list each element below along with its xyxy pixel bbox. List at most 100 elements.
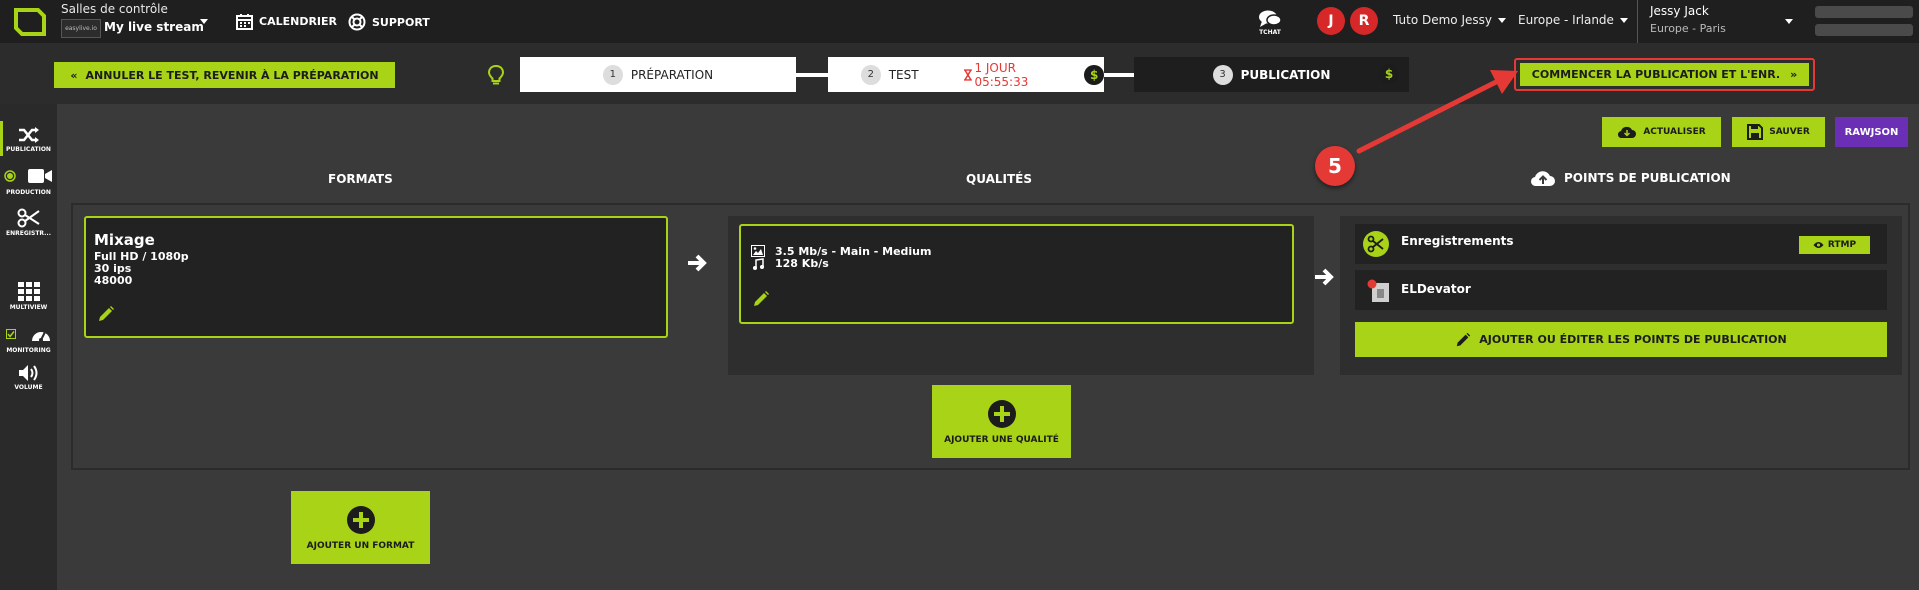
shuffle-icon bbox=[18, 127, 39, 143]
step-label: PUBLICATION bbox=[1240, 67, 1331, 82]
region-label: Europe - Irlande bbox=[1518, 13, 1614, 27]
image-icon bbox=[751, 245, 765, 257]
sidebar-item-label: MULTIVIEW bbox=[9, 304, 48, 311]
cloud-download-icon bbox=[1618, 126, 1637, 139]
chevron-down-icon bbox=[1619, 17, 1628, 23]
edit-format-pencil-icon[interactable] bbox=[97, 305, 115, 323]
eye-icon bbox=[1813, 242, 1824, 248]
sidebar-item-production[interactable]: PRODUCTION bbox=[0, 167, 57, 196]
sidebar-item-label: VOLUME bbox=[14, 384, 43, 391]
stream-name[interactable]: My live stream bbox=[104, 20, 204, 34]
control-rooms-label: Salles de contrôle bbox=[61, 2, 168, 16]
step-test[interactable]: 2 TEST 1 JOUR 05:55:33 $ bbox=[828, 57, 1104, 92]
sidebar-item-volume[interactable]: VOLUME bbox=[0, 364, 57, 391]
rtmp-label: RTMP bbox=[1827, 240, 1857, 250]
formats-header: FORMATS bbox=[328, 172, 393, 186]
annotation-arrow-icon bbox=[1356, 70, 1518, 154]
add-format-label: AJOUTER UN FORMAT bbox=[306, 540, 415, 551]
destination-name: ELDevator bbox=[1401, 282, 1471, 296]
format-title: Mixage bbox=[94, 231, 155, 249]
calendar-icon bbox=[236, 14, 253, 30]
plus-circle-icon bbox=[346, 505, 375, 534]
save-button[interactable]: SAUVER bbox=[1732, 117, 1825, 147]
video-camera-icon bbox=[28, 169, 52, 183]
support-link[interactable]: SUPPORT bbox=[348, 13, 430, 31]
stream-thumbnail: easylive.io bbox=[61, 19, 101, 38]
format-samplerate: 48000 bbox=[94, 274, 133, 287]
step-preparation[interactable]: 1 PRÉPARATION bbox=[520, 57, 796, 92]
refresh-label: ACTUALISER bbox=[1643, 127, 1706, 137]
arrow-right-icon bbox=[1313, 266, 1335, 288]
sidebar-item-label: MONITORING bbox=[6, 347, 51, 354]
music-note-icon bbox=[752, 258, 764, 270]
tchat-button[interactable]: TCHAT bbox=[1255, 9, 1285, 36]
check-icon bbox=[5, 329, 16, 339]
step-number: 3 bbox=[1212, 64, 1233, 85]
step-number: 2 bbox=[861, 64, 881, 85]
sidebar-item-monitoring[interactable]: MONITORING bbox=[0, 325, 57, 354]
tchat-label: TCHAT bbox=[1259, 29, 1281, 36]
live-dot-icon bbox=[4, 170, 16, 182]
add-quality-button[interactable]: AJOUTER UNE QUALITÉ bbox=[932, 385, 1071, 458]
hourglass-icon bbox=[963, 68, 972, 81]
sidebar-item-label: PUBLICATION bbox=[6, 146, 51, 153]
stream-dropdown-caret-icon[interactable] bbox=[200, 19, 208, 24]
sidebar-item-label: ENREGISTR... bbox=[6, 230, 51, 237]
cancel-test-label: ANNULER LE TEST, REVENIR À LA PRÉPARATIO… bbox=[85, 68, 379, 82]
start-publication-label: COMMENCER LA PUBLICATION ET L'ENR. bbox=[1531, 68, 1781, 81]
quality-audio: 128 Kb/s bbox=[775, 257, 829, 270]
region-dropdown[interactable]: Europe - Irlande bbox=[1518, 13, 1628, 27]
format-card[interactable] bbox=[84, 216, 668, 338]
user-name[interactable]: Jessy Jack bbox=[1650, 4, 1709, 18]
device-icon bbox=[1367, 279, 1391, 303]
sidebar-item-label: PRODUCTION bbox=[6, 189, 51, 196]
lightbulb-icon[interactable] bbox=[487, 65, 505, 85]
cloud-upload-icon bbox=[1530, 171, 1555, 187]
divider bbox=[1637, 0, 1638, 43]
double-chevron-right-icon: » bbox=[1790, 68, 1798, 81]
blurred-info bbox=[1815, 24, 1913, 36]
sidebar-item-publication[interactable]: PUBLICATION bbox=[0, 126, 57, 153]
arrow-right-icon bbox=[686, 252, 708, 274]
step-label: PRÉPARATION bbox=[630, 67, 714, 82]
avatar[interactable]: R bbox=[1350, 7, 1378, 35]
grid-icon bbox=[17, 282, 40, 301]
blurred-info bbox=[1815, 6, 1913, 18]
pencil-icon bbox=[1457, 332, 1471, 346]
calendar-link[interactable]: CALENDRIER bbox=[236, 13, 337, 30]
sidebar-item-recording[interactable]: ENREGISTR... bbox=[0, 208, 57, 237]
destinations-header-label: POINTS DE PUBLICATION bbox=[1564, 171, 1731, 185]
cancel-test-button[interactable]: « ANNULER LE TEST, REVENIR À LA PRÉPARAT… bbox=[54, 62, 395, 88]
scissors-icon bbox=[17, 208, 40, 228]
edit-quality-pencil-icon[interactable] bbox=[752, 290, 770, 308]
calendar-label: CALENDRIER bbox=[259, 15, 337, 28]
speaker-icon bbox=[18, 365, 37, 381]
support-label: SUPPORT bbox=[372, 15, 430, 29]
add-quality-label: AJOUTER UNE QUALITÉ bbox=[944, 434, 1059, 445]
user-menu-caret-icon[interactable] bbox=[1785, 19, 1793, 24]
sidebar-item-multiview[interactable]: MULTIVIEW bbox=[0, 282, 57, 311]
step-label: TEST bbox=[888, 67, 919, 82]
start-publication-button[interactable]: COMMENCER LA PUBLICATION ET L'ENR. » bbox=[1520, 63, 1809, 86]
quality-card[interactable] bbox=[739, 224, 1294, 324]
annotation-step-badge: 5 bbox=[1315, 146, 1355, 186]
workspace-dropdown[interactable]: Tuto Demo Jessy bbox=[1393, 13, 1506, 27]
timer-value: 1 JOUR 05:55:33 bbox=[974, 60, 1029, 89]
chat-bubbles-icon bbox=[1259, 10, 1282, 27]
gauge-icon bbox=[31, 331, 50, 342]
floppy-disk-icon bbox=[1747, 124, 1764, 140]
user-timezone: Europe - Paris bbox=[1650, 22, 1726, 35]
add-destination-label: AJOUTER OU ÉDITER LES POINTS DE PUBLICAT… bbox=[1479, 333, 1787, 346]
refresh-button[interactable]: ACTUALISER bbox=[1602, 117, 1721, 147]
qualities-header: QUALITÉS bbox=[966, 172, 1032, 186]
scissors-icon bbox=[1362, 230, 1390, 258]
save-label: SAUVER bbox=[1769, 127, 1810, 137]
add-destination-button[interactable]: AJOUTER OU ÉDITER LES POINTS DE PUBLICAT… bbox=[1355, 322, 1887, 357]
app-logo[interactable] bbox=[12, 6, 48, 38]
step-connector bbox=[796, 73, 828, 77]
rtmp-button[interactable]: RTMP bbox=[1799, 236, 1870, 254]
rawjson-button[interactable]: RAWJSON bbox=[1835, 117, 1908, 147]
avatar[interactable]: J bbox=[1317, 7, 1345, 35]
add-format-button[interactable]: AJOUTER UN FORMAT bbox=[291, 491, 430, 564]
destinations-header: POINTS DE PUBLICATION bbox=[1530, 168, 1731, 188]
